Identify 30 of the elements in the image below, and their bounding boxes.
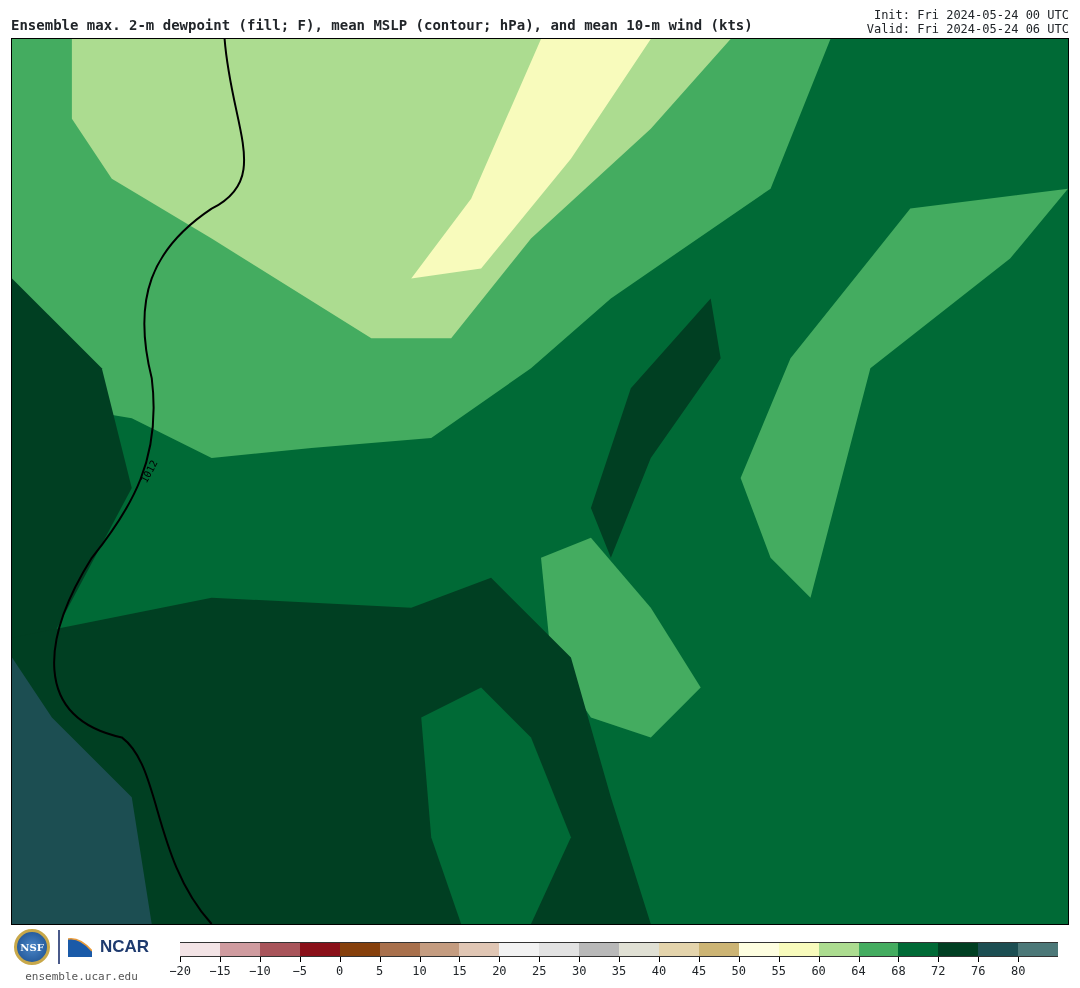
tick-label: 5 [376,963,384,980]
tick-label: 64 [851,963,866,980]
tick-label: 30 [571,963,587,980]
tick-label: 0 [336,963,344,980]
brand-logo-text: NCAR [100,936,150,959]
tick-label: 45 [691,963,707,980]
tick-label: 20 [492,963,507,980]
tick-label: 55 [771,963,786,980]
tick-label: 25 [532,963,547,980]
tick-label: 68 [891,963,906,980]
tick-label: 80 [1010,963,1026,980]
tick-label: 15 [452,963,467,980]
tick-label: 76 [971,963,986,980]
tick-label: 35 [611,963,627,980]
valid-time: Valid: Fri 2024-05-24 06 UTC [866,22,1069,36]
site-url: ensemble.ucar.edu [25,969,138,985]
tick-label: 10 [412,963,427,980]
init-time: Init: Fri 2024-05-24 00 UTC [872,8,1069,22]
globe-logo: NSF [14,929,50,965]
tick-label: 50 [731,963,746,980]
tick-label: −10 [249,963,271,980]
tick-label: 40 [651,963,667,980]
contour-label: 1012 [137,457,161,486]
tick-label: −20 [169,963,191,980]
tick-label: −15 [209,963,231,980]
map-title: Ensemble max. 2-m dewpoint (fill; F), mean MSLP (contour; hPa), and mean 10-m wind (kts) [11,16,753,35]
tick-label: 72 [931,963,946,980]
tick-label: −5 [292,963,308,980]
swoosh-logo-icon [68,937,92,957]
tick-label: 60 [811,963,826,980]
